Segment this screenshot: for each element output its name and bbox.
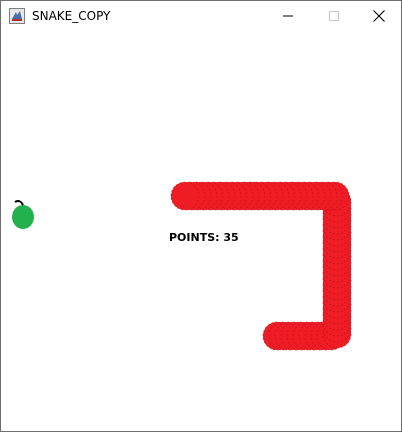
snake xyxy=(170,181,352,351)
minimize-button[interactable] xyxy=(265,1,311,31)
score-display: POINTS: 35 xyxy=(169,231,239,244)
game-window: SNAKE_COPY POINTS: 35 xyxy=(0,0,402,432)
window-title: SNAKE_COPY xyxy=(32,9,111,23)
java-cup-icon xyxy=(9,8,25,24)
game-board[interactable]: POINTS: 35 xyxy=(1,31,401,431)
title-bar[interactable]: SNAKE_COPY xyxy=(1,1,401,31)
close-icon xyxy=(373,10,385,22)
maximize-button[interactable] xyxy=(311,1,357,31)
score-value: 35 xyxy=(223,231,239,244)
minimize-icon xyxy=(283,15,293,17)
score-label: POINTS: xyxy=(169,231,220,244)
apple xyxy=(12,200,34,229)
apple-stem xyxy=(14,200,24,206)
apple-body xyxy=(12,205,34,229)
snake-segment xyxy=(170,181,200,211)
close-button[interactable] xyxy=(356,1,402,31)
maximize-icon xyxy=(329,11,339,21)
